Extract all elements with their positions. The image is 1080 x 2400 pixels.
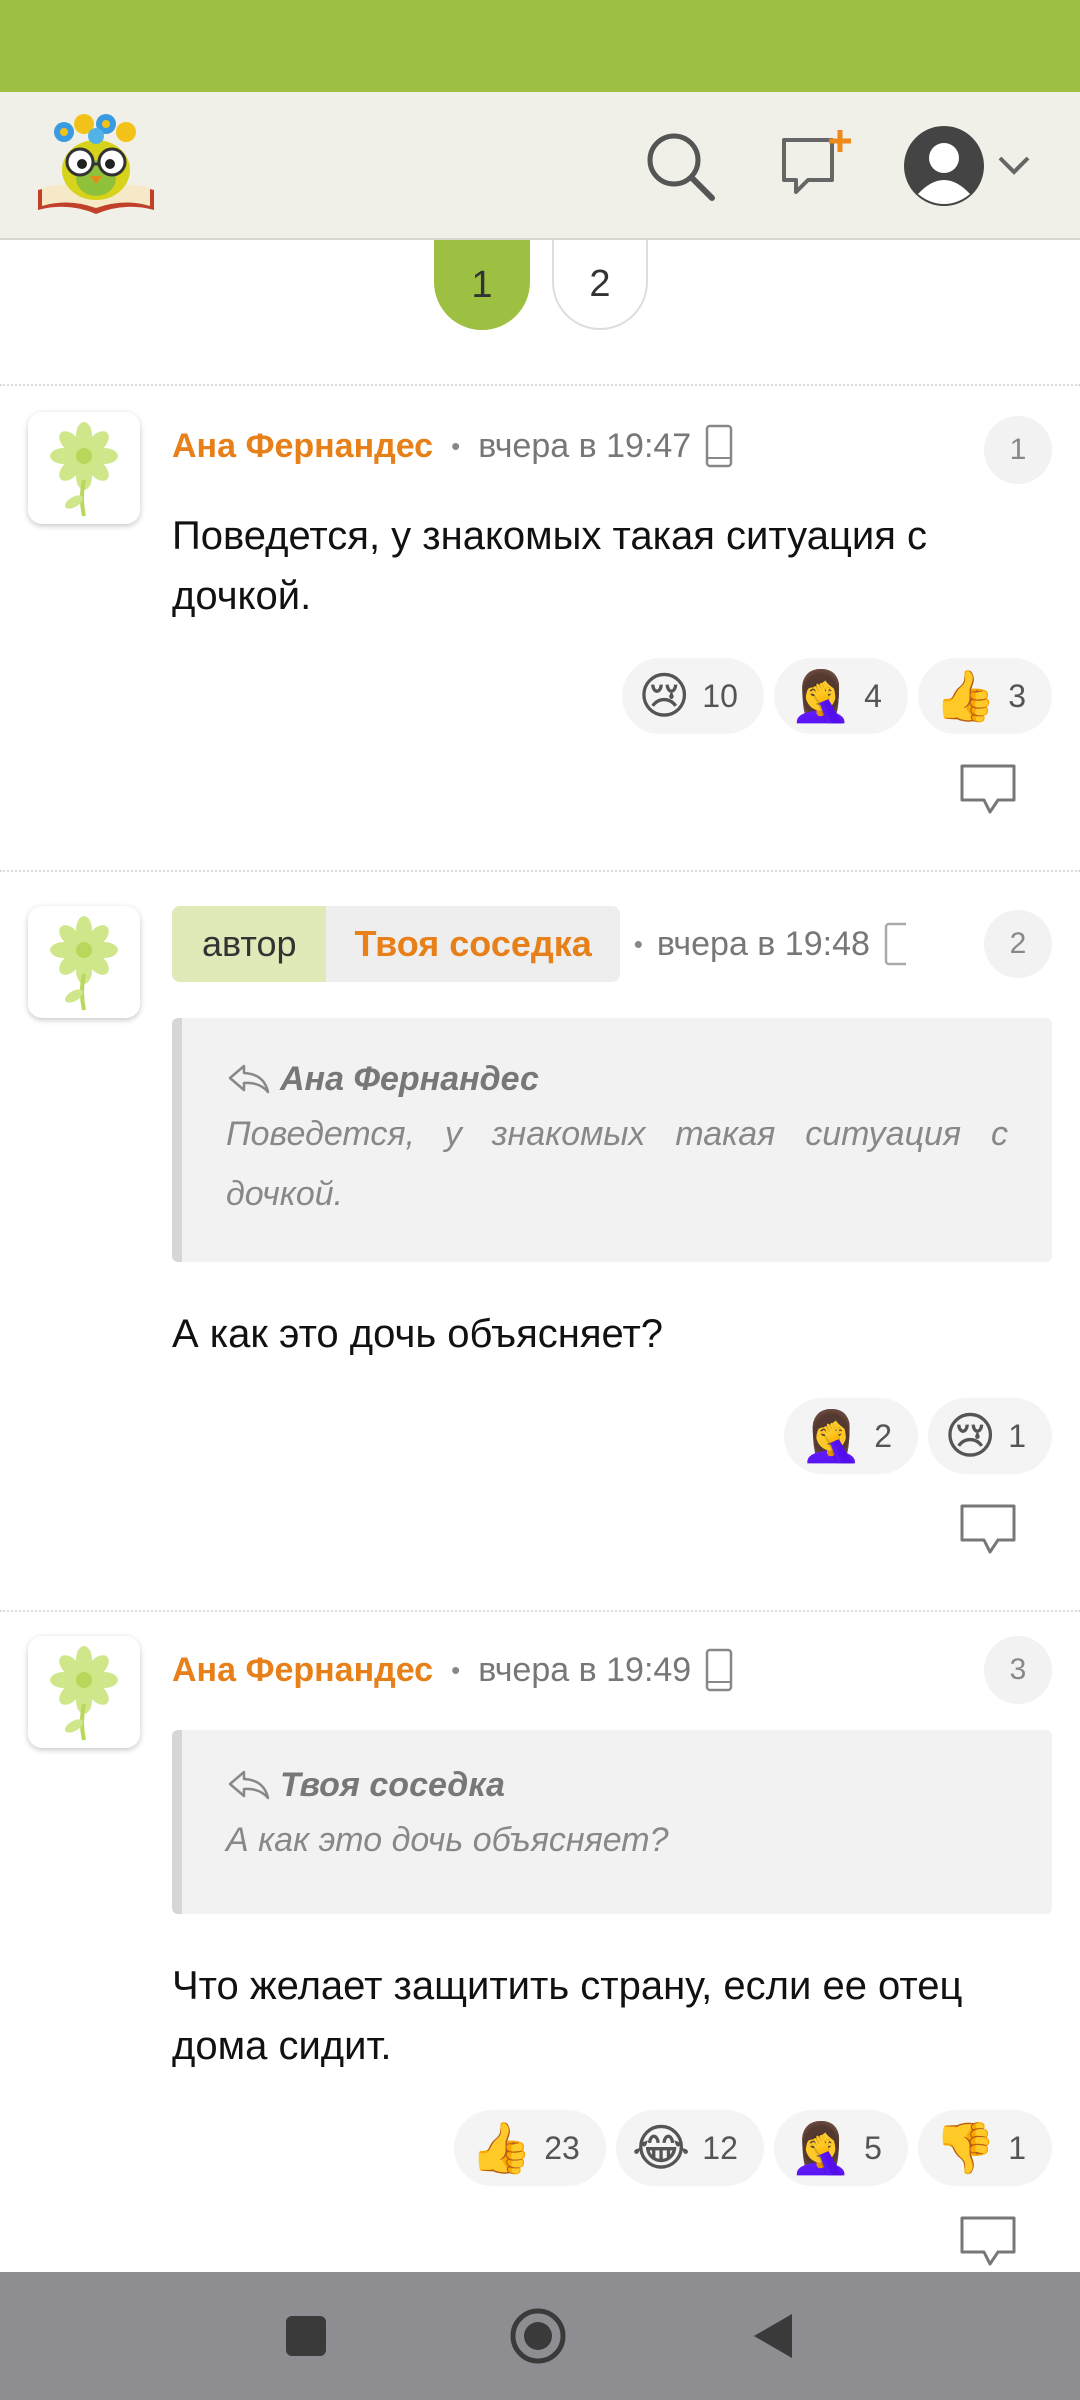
reaction-count: 5 <box>864 2129 882 2166</box>
back-icon[interactable] <box>744 2306 804 2366</box>
quote-block: Твоя соседка А как это дочь объясняет? <box>172 1730 1052 1914</box>
author-name[interactable]: Ана Фернандес <box>172 427 433 466</box>
reaction-count: 3 <box>1008 677 1026 714</box>
quote-text: А как это дочь объясняет? <box>226 1821 669 1859</box>
avatar[interactable] <box>28 1636 140 1748</box>
comment: Ана Фернандес • вчера в 19:49 3 Твоя сос… <box>0 1612 1080 2272</box>
author-tag: автор Твоя соседка <box>172 906 620 982</box>
quote-author-name[interactable]: Твоя соседка <box>280 1766 505 1805</box>
owl-book-logo[interactable] <box>34 108 158 220</box>
facepalm-emoji-icon: 🤦‍♀️ <box>800 1407 863 1465</box>
avatar[interactable] <box>28 412 140 524</box>
reaction-count: 10 <box>702 677 738 714</box>
thumbs-up-emoji-icon: 👍 <box>469 2119 533 2177</box>
crying-emoji-icon: 😢 <box>638 667 691 725</box>
separator-dot: • <box>633 928 643 959</box>
comment-number[interactable]: 3 <box>984 1636 1052 1704</box>
quote-author: Твоя соседка <box>226 1760 1008 1810</box>
reply-arrow-icon <box>228 1064 270 1094</box>
reaction-thumbs-up[interactable]: 👍 23 <box>453 2110 606 2186</box>
reaction-crying[interactable]: 😢 10 <box>622 658 764 734</box>
mobile-icon <box>884 922 906 966</box>
reaction-facepalm[interactable]: 🤦‍♀️ 5 <box>773 2110 908 2186</box>
status-bar <box>0 0 1080 92</box>
facepalm-emoji-icon: 🤦‍♀️ <box>789 2119 853 2177</box>
reaction-facepalm[interactable]: 🤦‍♀️ 4 <box>773 658 908 734</box>
laughing-emoji-icon: 😂 <box>631 2119 691 2177</box>
reaction-count: 2 <box>874 1417 893 1454</box>
quote-text: Поведется, у знакомых такая ситуация с д… <box>226 1115 1008 1213</box>
reply-arrow-icon <box>228 1770 270 1800</box>
comment-text: Что желает защитить страну, если ее отец… <box>172 1964 963 2068</box>
reply-icon[interactable] <box>958 1502 1018 1556</box>
search-icon[interactable] <box>640 126 720 206</box>
user-avatar-icon[interactable] <box>900 122 988 210</box>
quote-author: Ана Фернандес <box>226 1054 1008 1104</box>
author-name[interactable]: Ана Фернандес <box>172 1651 433 1690</box>
author-label: автор <box>172 906 327 982</box>
system-navigation-bar <box>0 2272 1080 2400</box>
reactions: 🤦‍♀️ 2 😢 1 <box>784 1398 1052 1474</box>
thumbs-up-emoji-icon: 👍 <box>933 667 997 725</box>
comment-meta: Ана Фернандес • вчера в 19:47 <box>172 416 733 476</box>
mobile-icon <box>705 424 733 468</box>
home-icon[interactable] <box>508 2306 568 2366</box>
pagination: 1 2 <box>0 240 1080 384</box>
page-2-button[interactable]: 2 <box>552 240 648 330</box>
reaction-laughing[interactable]: 😂 12 <box>615 2110 764 2186</box>
author-name[interactable]: Твоя соседка <box>326 906 620 982</box>
crying-emoji-icon: 😢 <box>944 1407 997 1465</box>
reaction-count: 12 <box>702 2129 738 2166</box>
site-header <box>0 92 1080 240</box>
separator-dot: • <box>451 430 461 461</box>
avatar[interactable] <box>28 906 140 1018</box>
chevron-down-icon[interactable] <box>994 146 1034 186</box>
reaction-count: 23 <box>544 2129 580 2166</box>
reply-icon[interactable] <box>958 762 1018 816</box>
comment-text: Поведется, у знакомых такая ситуация с д… <box>172 514 927 618</box>
comment-meta: Ана Фернандес • вчера в 19:49 <box>172 1640 733 1700</box>
reaction-thumbs-down[interactable]: 👎 1 <box>917 2110 1052 2186</box>
thumbs-down-emoji-icon: 👎 <box>933 2119 997 2177</box>
comment: Ана Фернандес • вчера в 19:47 1 Поведетс… <box>0 386 1080 868</box>
reaction-count: 4 <box>864 677 882 714</box>
reaction-count: 1 <box>1008 1417 1026 1454</box>
comment-text: А как это дочь объясняет? <box>172 1312 664 1356</box>
reactions: 😢 10 🤦‍♀️ 4 👍 3 <box>622 658 1052 734</box>
new-topic-icon[interactable] <box>774 126 854 206</box>
separator-dot: • <box>451 1654 461 1685</box>
quote-author-name[interactable]: Ана Фернандес <box>280 1060 539 1099</box>
recent-apps-icon[interactable] <box>276 2306 336 2366</box>
facepalm-emoji-icon: 🤦‍♀️ <box>789 667 853 725</box>
reaction-count: 1 <box>1008 2129 1026 2166</box>
comment-meta: автор Твоя соседка • вчера в 19:48 <box>172 906 906 982</box>
quote-block: Ана Фернандес Поведется, у знакомых така… <box>172 1018 1052 1262</box>
reaction-facepalm[interactable]: 🤦‍♀️ 2 <box>784 1398 919 1474</box>
reaction-thumbs-up[interactable]: 👍 3 <box>917 658 1052 734</box>
timestamp: вчера в 19:47 <box>478 426 692 465</box>
comment-number[interactable]: 2 <box>984 910 1052 978</box>
comment-number[interactable]: 1 <box>984 416 1052 484</box>
comment: автор Твоя соседка • вчера в 19:48 2 Ана… <box>0 872 1080 1610</box>
page-1-button[interactable]: 1 <box>434 240 530 330</box>
timestamp: вчера в 19:48 <box>656 924 870 963</box>
reply-icon[interactable] <box>958 2214 1018 2268</box>
reaction-crying[interactable]: 😢 1 <box>928 1398 1052 1474</box>
timestamp: вчера в 19:49 <box>478 1650 692 1689</box>
reactions: 👍 23 😂 12 🤦‍♀️ 5 👎 1 <box>453 2110 1052 2186</box>
mobile-icon <box>705 1648 733 1692</box>
